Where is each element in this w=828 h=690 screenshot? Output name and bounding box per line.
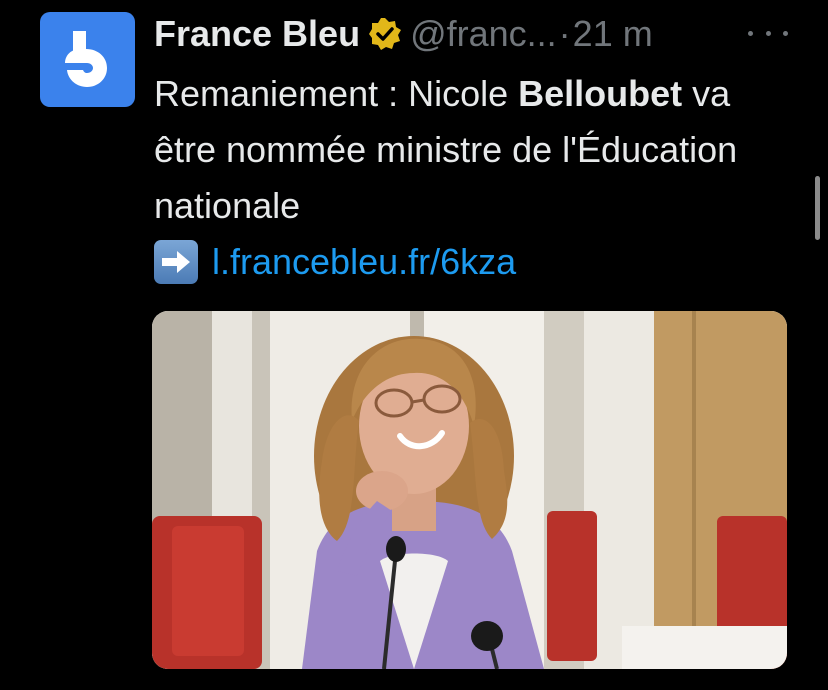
display-name[interactable]: France Bleu [154, 12, 360, 56]
dot [765, 30, 771, 36]
tweet-link[interactable]: l.francebleu.fr/6kza [212, 241, 516, 283]
separator: · [558, 13, 571, 54]
verified-badge-icon [368, 17, 402, 51]
tweet-text-bold: Belloubet [518, 73, 683, 114]
handle[interactable]: @franc... [410, 12, 557, 56]
tweet-image[interactable] [152, 311, 787, 669]
dot [783, 30, 788, 36]
tweet-text: Remaniement : Nicole Belloubet va être n… [154, 66, 794, 234]
tweet[interactable]: France Bleu @franc... · 21 m Remaniement… [0, 0, 828, 690]
more-options-icon[interactable] [748, 18, 788, 48]
tweet-text-start: Remaniement : Nicole [154, 73, 519, 114]
tweet-header: France Bleu @franc... · 21 m [154, 12, 653, 56]
photo-illustration [152, 311, 787, 669]
timestamp[interactable]: 21 m [573, 12, 653, 56]
scrollbar[interactable] [815, 176, 820, 240]
right-arrow-emoji-icon [154, 240, 198, 284]
dot [748, 30, 753, 36]
link-line: l.francebleu.fr/6kza [154, 234, 516, 290]
france-bleu-logo-icon [64, 30, 107, 87]
avatar[interactable] [40, 12, 135, 107]
